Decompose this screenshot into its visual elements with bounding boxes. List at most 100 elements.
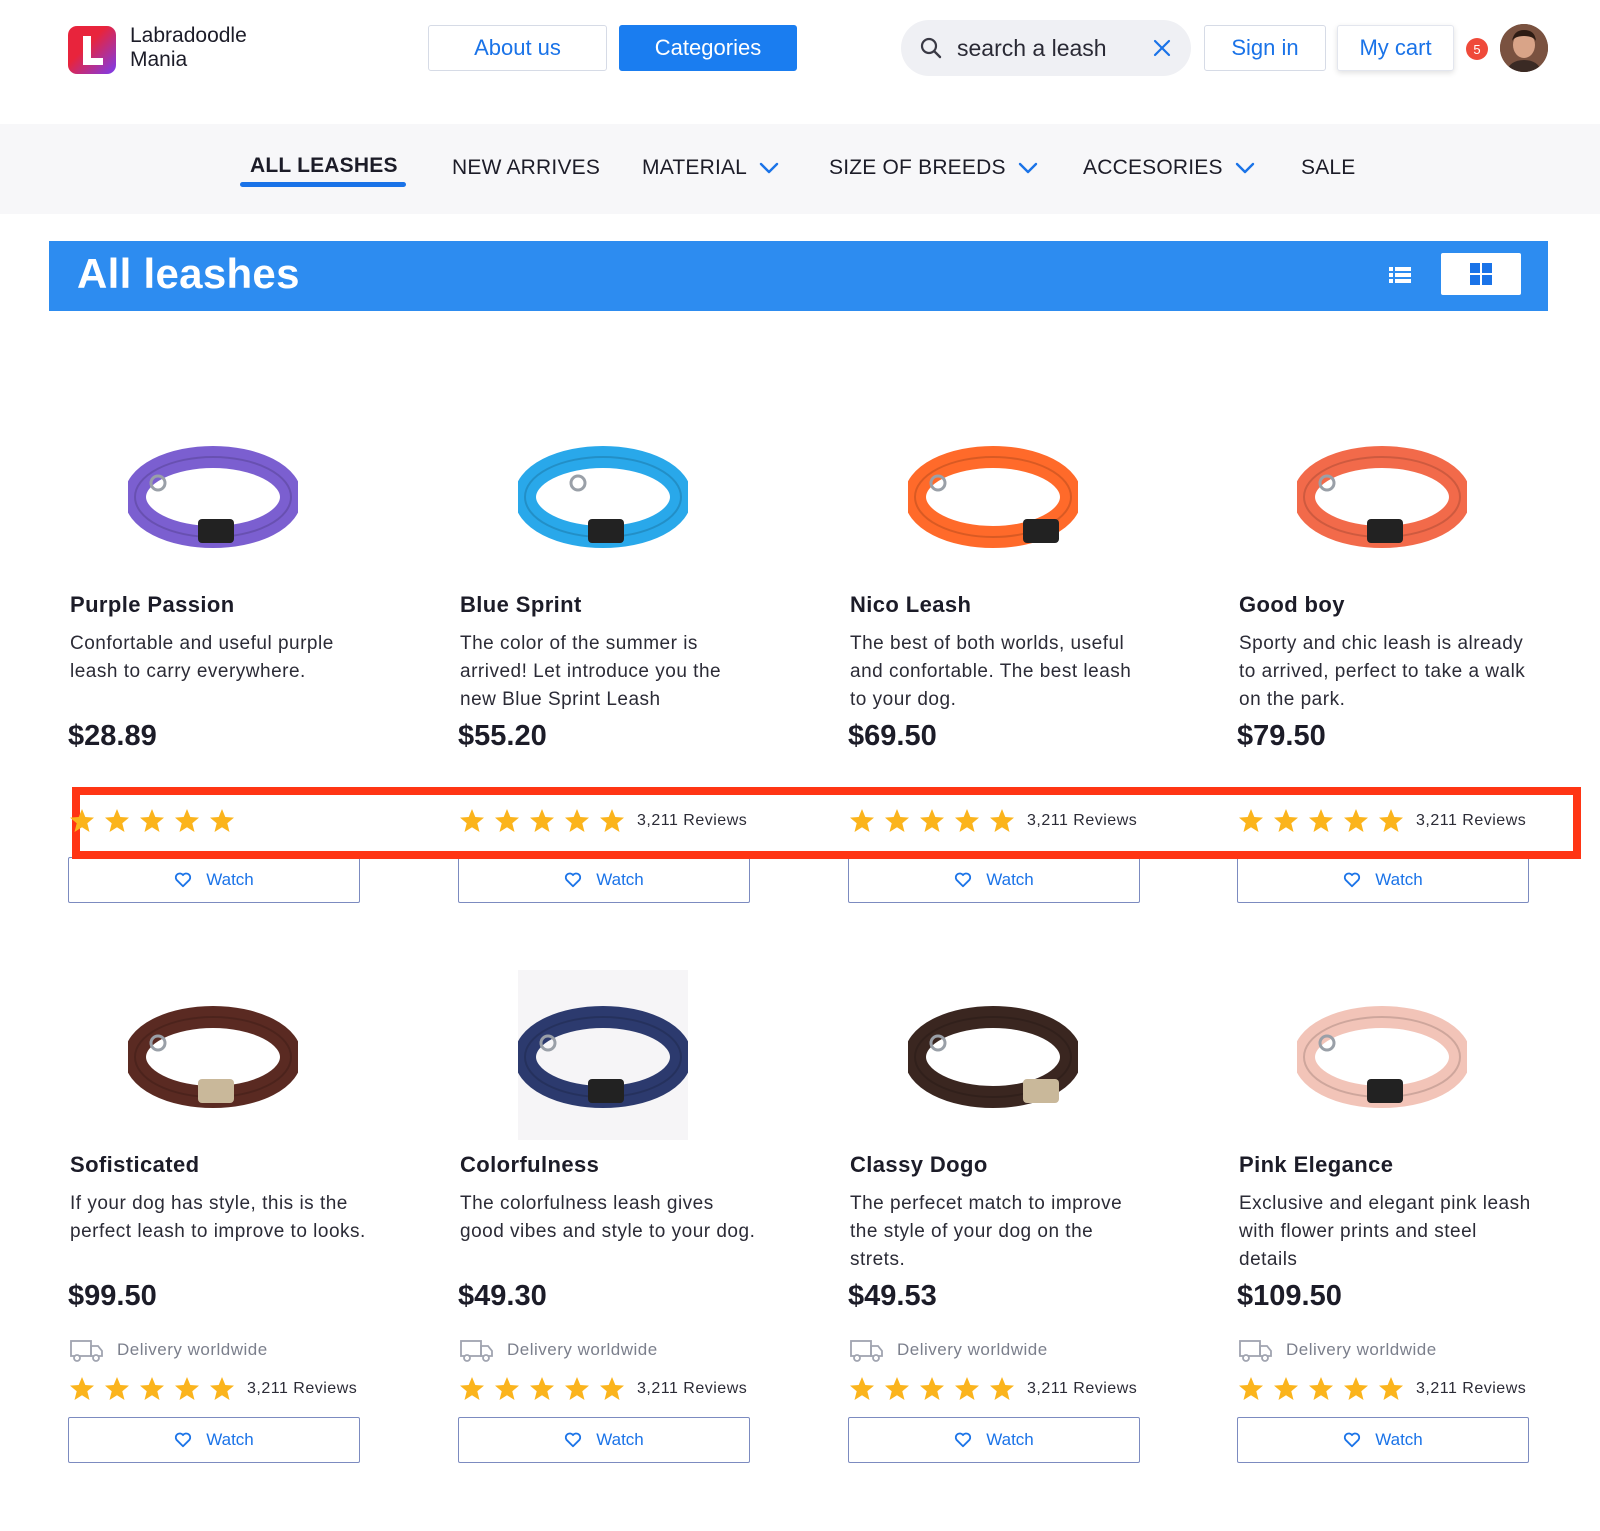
product-rating: 3,211 Reviews [1237,1375,1526,1403]
watch-button[interactable]: Watch [458,1417,750,1463]
nav-accesories[interactable]: ACCESORIES [1083,156,1255,180]
brand-logo-icon[interactable] [68,26,116,74]
product-image-frame[interactable] [128,410,298,580]
nav-sale[interactable]: SALE [1301,156,1356,180]
product-image [908,1006,1078,1108]
watch-button[interactable]: Watch [1237,857,1529,903]
product-image-frame[interactable] [908,970,1078,1140]
reviews-count[interactable]: 3,211 Reviews [1027,1380,1137,1398]
nav-size-of-breeds-label: SIZE OF BREEDS [829,156,1006,179]
reviews-count[interactable]: 3,211 Reviews [637,1380,747,1398]
product-image [518,446,688,548]
star-icon [1239,1377,1263,1400]
product-card[interactable]: Nico Leash The best of both worlds, usef… [848,410,1148,950]
nav-new-arrives-label: NEW ARRIVES [452,156,601,179]
product-name[interactable]: Good boy [1239,592,1345,618]
product-description: Exclusive and elegant pink leash with fl… [1239,1193,1531,1270]
product-image-frame[interactable] [518,970,688,1140]
site-header: Labradoodle Mania About us Categories se… [0,0,1600,124]
product-name[interactable]: Pink Elegance [1239,1152,1393,1178]
product-image-frame[interactable] [1297,410,1467,580]
product-name[interactable]: Blue Sprint [460,592,582,618]
watch-label: Watch [1375,1430,1423,1449]
star-icon [530,809,554,832]
product-card[interactable]: Sofisticated If your dog has style, this… [68,970,368,1510]
product-image [128,1006,298,1108]
watch-button[interactable]: Watch [68,1417,360,1463]
watch-button[interactable]: Watch [848,1417,1140,1463]
categories-button[interactable]: Categories [619,25,797,71]
search-input[interactable]: search a leash [957,35,1151,62]
product-name[interactable]: Nico Leash [850,592,971,618]
star-icon [495,1377,519,1400]
delivery-info: Delivery worldwide [1239,1338,1437,1362]
star-icon [175,809,199,832]
watch-button[interactable]: Watch [1237,1417,1529,1463]
reviews-count[interactable]: 3,211 Reviews [1416,812,1526,830]
product-image [908,446,1078,548]
product-description: The color of the summer is arrived! Let … [460,633,722,710]
star-icon [1274,809,1298,832]
reviews-count[interactable]: 3,211 Reviews [637,812,747,830]
star-icon [460,1377,484,1400]
sign-in-button[interactable]: Sign in [1204,25,1326,71]
category-nav: ALL LEASHES NEW ARRIVES MATERIAL SIZE OF… [0,124,1600,214]
reviews-count[interactable]: 3,211 Reviews [1027,812,1137,830]
cart-count-badge: 5 [1466,38,1488,60]
product-price: $28.89 [68,720,157,752]
watch-label: Watch [1375,870,1423,889]
product-card[interactable]: Pink Elegance Exclusive and elegant pink… [1237,970,1537,1510]
product-image-frame[interactable] [908,410,1078,580]
heart-icon [955,872,972,888]
star-icon [1274,1377,1298,1400]
product-image-frame[interactable] [1297,970,1467,1140]
star-icon [105,1377,129,1400]
star-icon [955,809,979,832]
watch-button[interactable]: Watch [848,857,1140,903]
product-card[interactable]: Blue Sprint The color of the summer is a… [458,410,758,950]
nav-new-arrives[interactable]: NEW ARRIVES [452,156,600,180]
nav-material[interactable]: MATERIAL [642,156,779,180]
product-name[interactable]: Sofisticated [70,1152,200,1178]
reviews-count[interactable]: 3,211 Reviews [247,1380,357,1398]
clear-search-icon[interactable] [1151,37,1173,59]
product-description: The colorfulness leash gives good vibes … [460,1193,756,1242]
star-icon [1239,809,1263,832]
grid-view-button[interactable] [1441,253,1521,295]
product-image-frame[interactable] [518,410,688,580]
watch-button[interactable]: Watch [458,857,750,903]
about-us-button[interactable]: About us [428,25,607,71]
product-name[interactable]: Colorfulness [460,1152,599,1178]
product-card[interactable]: Purple Passion Confortable and useful pu… [68,410,368,950]
watch-button[interactable]: Watch [68,857,360,903]
product-card[interactable]: Good boy Sporty and chic leash is alread… [1237,410,1537,950]
product-name[interactable]: Classy Dogo [850,1152,988,1178]
my-cart-button[interactable]: My cart [1337,25,1454,71]
reviews-count[interactable]: 3,211 Reviews [1416,1380,1526,1398]
nav-all-leashes[interactable]: ALL LEASHES [250,154,398,178]
user-avatar[interactable] [1500,24,1548,72]
star-icon [850,1377,874,1400]
delivery-info: Delivery worldwide [850,1338,1048,1362]
product-rating: 3,211 Reviews [1237,807,1526,835]
product-price: $55.20 [458,720,547,752]
product-card[interactable]: Colorfulness The colorfulness leash give… [458,970,758,1510]
nav-size-of-breeds[interactable]: SIZE OF BREEDS [829,156,1038,180]
product-card[interactable]: Classy Dogo The perfecet match to improv… [848,970,1148,1510]
search-box[interactable]: search a leash [901,20,1191,76]
delivery-label: Delivery worldwide [507,1340,658,1359]
brand-name[interactable]: Labradoodle Mania [130,24,247,72]
watch-label: Watch [206,870,254,889]
star-icon [140,809,164,832]
product-name[interactable]: Purple Passion [70,592,235,618]
star-icon [850,809,874,832]
heart-icon [565,1432,582,1448]
list-view-icon[interactable] [1387,262,1413,288]
brand-name-line2: Mania [130,48,188,71]
product-image-frame[interactable] [128,970,298,1140]
chevron-down-icon [1018,162,1037,174]
search-icon [920,37,942,59]
watch-label: Watch [986,1430,1034,1449]
product-description: Confortable and useful purple leash to c… [70,633,334,682]
star-icon [1344,809,1368,832]
